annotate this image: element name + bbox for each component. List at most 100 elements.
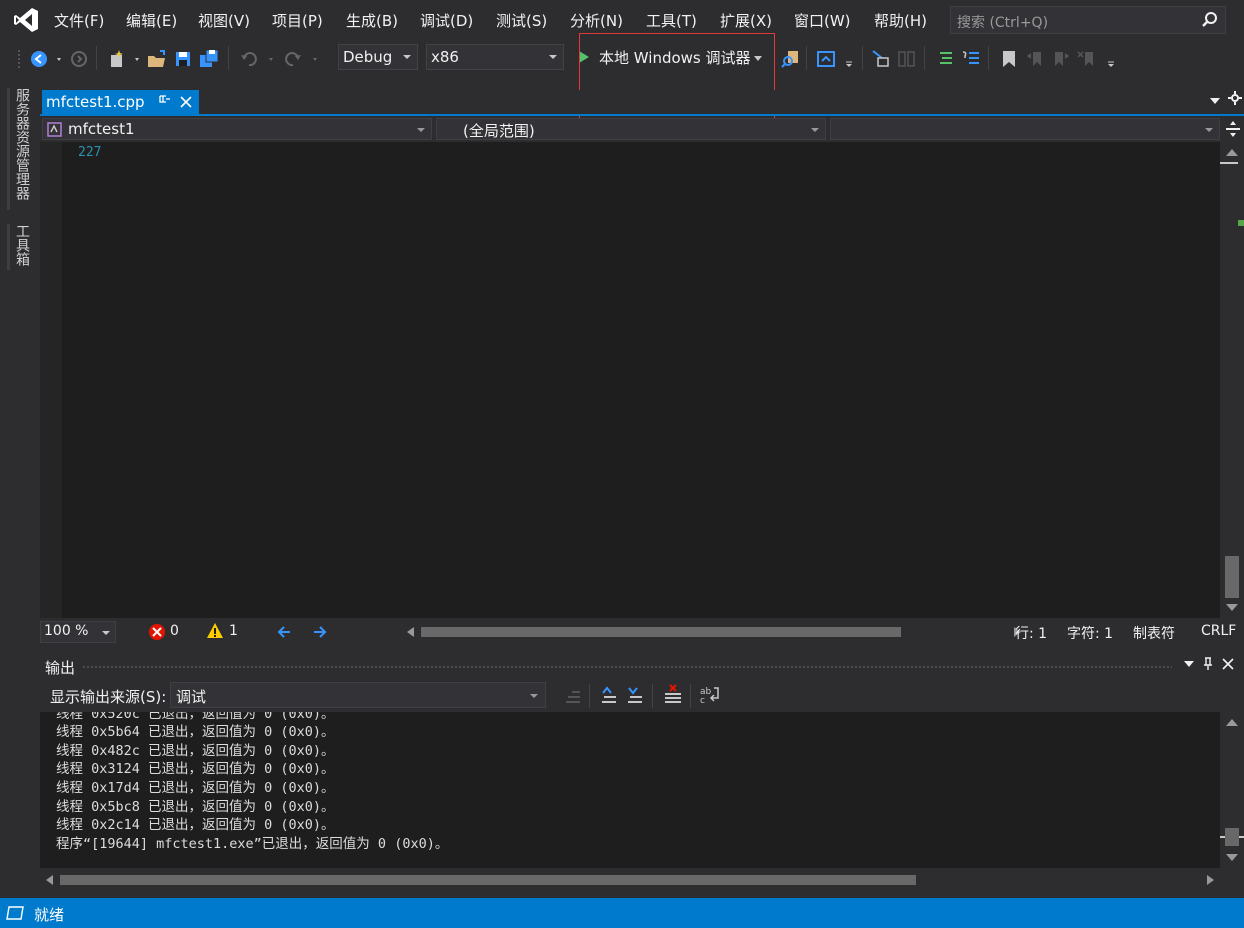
close-icon[interactable]: [1222, 658, 1234, 670]
chevron-down-icon: [549, 55, 557, 59]
code-editor[interactable]: 227: [40, 142, 1220, 618]
clear-bookmarks-icon[interactable]: [1076, 48, 1098, 70]
chevron-down-icon: [811, 128, 819, 132]
new-project-icon[interactable]: [106, 48, 128, 70]
navigate-back-icon[interactable]: [28, 48, 50, 70]
output-panel: 输出 显示输出来源(S): 调试 ab c 线程 0x520c 已退出，返回值为 …: [40, 654, 1244, 892]
menu-project[interactable]: 项目(P): [272, 10, 323, 31]
panel-title-grip[interactable]: [82, 665, 1172, 669]
scroll-thumb[interactable]: [421, 627, 901, 637]
step-over-icon[interactable]: [896, 48, 918, 70]
menu-file[interactable]: 文件(F): [54, 10, 104, 31]
chevron-down-icon: [417, 128, 425, 132]
undo-icon[interactable]: [238, 48, 260, 70]
search-icon: [1202, 12, 1217, 27]
output-source-select[interactable]: 调试: [170, 682, 546, 708]
zoom-level-select[interactable]: 100 %: [40, 621, 116, 643]
arrow-left-icon[interactable]: [276, 624, 292, 640]
tab-mfctest1-cpp[interactable]: mfctest1.cpp: [42, 90, 199, 114]
open-file-icon[interactable]: [146, 48, 168, 70]
save-icon[interactable]: [172, 48, 194, 70]
close-icon[interactable]: [179, 95, 193, 109]
pin-icon[interactable]: [158, 92, 170, 106]
scroll-left-icon[interactable]: [46, 875, 54, 885]
scroll-down-icon[interactable]: [1225, 604, 1239, 612]
find-in-files-icon[interactable]: [780, 48, 802, 70]
chevron-down-icon: [403, 55, 411, 59]
svg-text:c: c: [700, 696, 705, 706]
warning-count[interactable]: 1: [229, 623, 238, 639]
editor-horizontal-scrollbar[interactable]: [405, 624, 1025, 640]
menu-help[interactable]: 帮助(H): [874, 10, 927, 31]
solution-configuration-select[interactable]: Debug: [338, 44, 418, 70]
menu-view[interactable]: 视图(V): [198, 10, 250, 31]
menu-window[interactable]: 窗口(W): [794, 10, 851, 31]
bookmark-icon[interactable]: [998, 48, 1020, 70]
gear-icon[interactable]: [1228, 91, 1242, 105]
output-text-area[interactable]: 线程 0x520c 已退出，返回值为 0 (0x0)。 线程 0x5b64 已退…: [40, 712, 1220, 868]
redo-dropdown-icon[interactable]: [306, 48, 328, 70]
line-ending-indicator[interactable]: CRLF: [1201, 623, 1236, 639]
toolbar-separator: [806, 46, 807, 70]
find-message-icon[interactable]: [562, 684, 584, 706]
search-input[interactable]: 搜索 (Ctrl+Q): [950, 6, 1226, 34]
output-vertical-scrollbar[interactable]: [1220, 712, 1244, 868]
menu-edit[interactable]: 编辑(E): [126, 10, 177, 31]
save-all-icon[interactable]: [198, 48, 220, 70]
output-horizontal-scrollbar[interactable]: [40, 870, 1220, 890]
menu-analyze[interactable]: 分析(N): [570, 10, 623, 31]
panel-menu-dropdown-icon[interactable]: [1184, 661, 1194, 667]
scroll-up-icon[interactable]: [1225, 718, 1239, 726]
status-text: 就绪: [34, 906, 65, 924]
browser-link-dropdown-icon[interactable]: [840, 48, 862, 70]
menu-tools[interactable]: 工具(T): [646, 10, 697, 31]
word-wrap-icon[interactable]: abc: [698, 684, 722, 706]
pin-icon[interactable]: [1202, 657, 1214, 671]
menu-extensions[interactable]: 扩展(X): [720, 10, 772, 31]
navigate-forward-icon[interactable]: [68, 48, 90, 70]
search-placeholder: 搜索 (Ctrl+Q): [957, 15, 1049, 31]
scroll-down-icon[interactable]: [1225, 854, 1239, 862]
comment-out-icon[interactable]: [934, 48, 956, 70]
solution-platform-select[interactable]: x86: [426, 44, 564, 70]
redo-icon[interactable]: [282, 48, 304, 70]
toolbox-tab[interactable]: 工具箱: [12, 224, 32, 266]
step-into-icon[interactable]: [870, 48, 892, 70]
chevron-down-icon: [102, 631, 110, 635]
side-tab-indicator: [7, 224, 10, 270]
status-output-icon[interactable]: [6, 905, 24, 921]
char-indicator: 字符: 1: [1067, 626, 1114, 642]
error-icon[interactable]: [148, 623, 166, 641]
project-name: mfctest1: [68, 120, 135, 138]
scroll-thumb[interactable]: [1225, 828, 1239, 846]
menu-build[interactable]: 生成(B): [346, 10, 398, 31]
tab-list-dropdown-icon[interactable]: [1210, 98, 1220, 104]
scroll-thumb[interactable]: [60, 875, 916, 885]
project-dropdown[interactable]: mfctest1: [42, 118, 432, 140]
undo-dropdown-icon[interactable]: [262, 48, 284, 70]
next-message-icon[interactable]: [624, 684, 646, 706]
server-explorer-tab[interactable]: 服务器资源管理器: [12, 88, 32, 200]
next-bookmark-icon[interactable]: [1050, 48, 1072, 70]
clear-all-icon[interactable]: [662, 684, 684, 706]
scroll-left-icon[interactable]: [407, 627, 415, 637]
previous-bookmark-icon[interactable]: [1024, 48, 1046, 70]
arrow-right-icon[interactable]: [312, 624, 328, 640]
editor-vertical-scrollbar[interactable]: [1220, 142, 1244, 618]
split-window-icon[interactable]: [1224, 120, 1242, 138]
browser-link-icon[interactable]: [816, 48, 838, 70]
previous-message-icon[interactable]: [598, 684, 620, 706]
configuration-value: Debug: [343, 48, 393, 66]
tabs-indicator[interactable]: 制表符: [1133, 623, 1175, 643]
error-count[interactable]: 0: [170, 623, 179, 639]
menu-debug[interactable]: 调试(D): [420, 10, 473, 31]
scope-dropdown[interactable]: (全局范围): [436, 118, 826, 140]
menu-test[interactable]: 测试(S): [496, 10, 547, 31]
scroll-thumb[interactable]: [1225, 556, 1239, 598]
scroll-up-icon[interactable]: [1225, 148, 1239, 156]
member-dropdown[interactable]: [830, 118, 1220, 140]
scroll-right-icon[interactable]: [1206, 875, 1214, 885]
uncomment-icon[interactable]: [960, 48, 982, 70]
toolbar-options-icon[interactable]: [1102, 48, 1124, 70]
warning-icon[interactable]: [206, 622, 224, 640]
